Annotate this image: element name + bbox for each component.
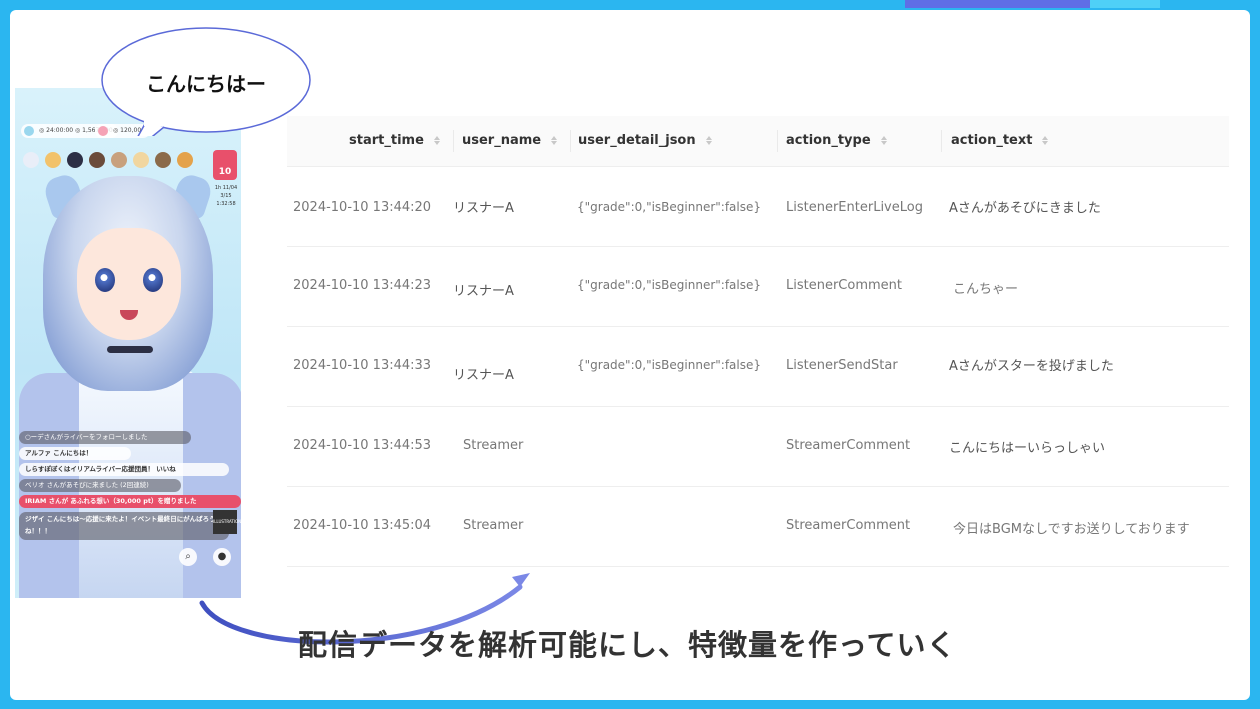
sort-icon[interactable] [1041,135,1049,146]
cell-user-name: リスナーA [453,368,514,383]
cell-action-text: こんにちはーいらっしゃい [949,441,1106,456]
viewer-avatar [111,152,127,168]
column-header-user-name[interactable]: user_name [462,116,558,166]
cell-start-time: 2024-10-10 13:44:23 [293,278,432,293]
cell-action-type: StreamerComment [786,518,911,533]
viewer-avatar [23,152,39,168]
table-row: 2024-10-10 13:44:23 リスナーA {"grade":0,"is… [287,247,1229,327]
table-row: 2024-10-10 13:44:33 リスナーA {"grade":0,"is… [287,327,1229,407]
stream-log-table: start_time user_name user_detail_json ac… [287,116,1229,567]
cell-action-type: ListenerComment [786,278,902,293]
cell-action-type: StreamerComment [786,438,911,453]
viewer-avatar [89,152,105,168]
character-choker [107,346,153,353]
cell-start-time: 2024-10-10 13:44:20 [293,200,432,215]
column-divider [453,130,454,152]
cell-user-name: Streamer [463,438,524,453]
cell-user-detail-json: {"grade":0,"isBeginner":false} [577,358,762,372]
column-header-start-time[interactable]: start_time [349,116,441,166]
viewer-avatar [155,152,171,168]
chat-message: ベリオ さんがあそびに来ました (2回連続) [19,479,181,492]
column-divider [941,130,942,152]
column-header-user-detail-json[interactable]: user_detail_json [578,116,713,166]
character-eye [95,268,115,292]
table-row: 2024-10-10 13:45:04 Streamer StreamerCom… [287,487,1229,567]
chat-message: IRIAM さんが あふれる想い（30,000 pt）を贈りました [19,495,241,508]
cell-user-detail-json: {"grade":0,"isBeginner":false} [577,278,762,292]
chat-message: ジザイ こんにちは～応援に来たよ！イベント最終日にがんばろうね！！！ [19,512,229,540]
viewer-avatar [177,152,193,168]
table-row: 2024-10-10 13:44:20 リスナーA {"grade":0,"is… [287,167,1229,247]
chat-thumbnail: ILLUSTRATION [213,510,241,534]
top-accent-bar-light [1090,0,1160,8]
viewer-avatar [67,152,83,168]
chat-message: ○ーデさんがライバーをフォローしました [19,431,191,444]
cell-action-text: こんちゃー [953,282,1019,297]
column-divider [570,130,571,152]
sort-icon[interactable] [705,135,713,146]
table-row: 2024-10-10 13:44:53 Streamer StreamerCom… [287,407,1229,487]
cell-action-text: 今日はBGMなしですお送りしております [953,522,1190,537]
cell-user-detail-json: {"grade":0,"isBeginner":false} [577,200,762,214]
cell-action-type: ListenerEnterLiveLog [786,200,923,215]
cell-action-text: Aさんがあそびにきました [949,201,1101,216]
cell-user-name: リスナーA [453,201,514,216]
slide: ◎ 24:00:00 ◎ 1,567,890 ◎ 120,000 10 1h 1… [10,10,1250,700]
sort-icon[interactable] [433,135,441,146]
rank-meta: 1h 11/04 3/15 1:32:58 [214,185,238,207]
sort-icon[interactable] [550,135,558,146]
rank-badge: 10 [213,150,237,180]
character-eye [143,268,163,292]
cell-action-text: Aさんがスターを投げました [949,359,1114,374]
column-header-action-text[interactable]: action_text [951,116,1049,166]
cell-user-name: リスナーA [453,284,514,299]
cell-action-type: ListenerSendStar [786,358,898,373]
viewer-avatars [23,152,233,172]
chat-message: アルファ こんにちは！ [19,447,131,460]
column-divider [777,130,778,152]
stream-screenshot: ◎ 24:00:00 ◎ 1,567,890 ◎ 120,000 10 1h 1… [15,88,241,598]
slide-caption: 配信データを解析可能にし、特徴量を作っていく [298,628,957,662]
cell-start-time: 2024-10-10 13:45:04 [293,518,432,533]
viewer-avatar [133,152,149,168]
column-header-action-type[interactable]: action_type [786,116,888,166]
character-face [77,228,181,340]
table-header: start_time user_name user_detail_json ac… [287,116,1229,167]
speech-bubble-text: こんにちはー [146,72,266,96]
cell-start-time: 2024-10-10 13:44:33 [293,358,432,373]
sort-icon[interactable] [880,135,888,146]
chat-message: しらすぽぼくはイリアムライバー応援団員！ いいね [19,463,229,476]
viewer-avatar [45,152,61,168]
cell-user-name: Streamer [463,518,524,533]
cell-start-time: 2024-10-10 13:44:53 [293,438,432,453]
zoom-icon[interactable]: ⌕ [179,548,197,566]
top-accent-bar [905,0,1090,8]
microphone-icon[interactable]: ● [213,548,231,566]
